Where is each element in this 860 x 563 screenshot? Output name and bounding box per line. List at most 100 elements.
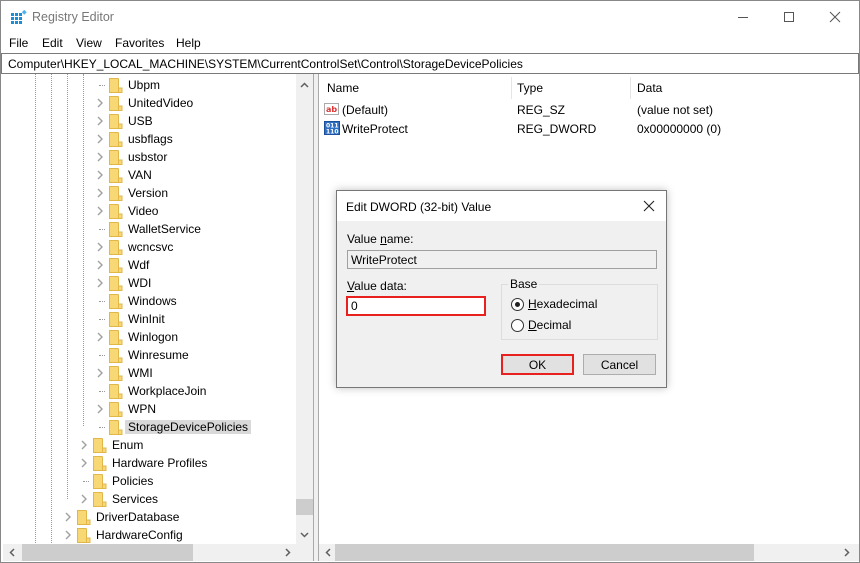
chevron-right-icon[interactable] — [95, 97, 105, 109]
menu-file[interactable]: File — [9, 36, 28, 50]
tree-item-van[interactable]: VAN — [3, 166, 297, 184]
tree-item-hardware-profiles[interactable]: Hardware Profiles — [3, 454, 297, 472]
minimize-button[interactable] — [720, 1, 766, 33]
column-header-data[interactable]: Data — [637, 81, 662, 95]
tree-item-label[interactable]: Video — [125, 204, 161, 218]
menu-favorites[interactable]: Favorites — [115, 36, 164, 50]
tree-item-label[interactable]: Ubpm — [125, 78, 163, 92]
tree-item-label[interactable]: HardwareConfig — [93, 528, 186, 542]
tree-item-wpn[interactable]: WPN — [3, 400, 297, 418]
scroll-right-icon[interactable] — [285, 548, 291, 557]
tree-item-usb[interactable]: USB — [3, 112, 297, 130]
close-button[interactable] — [812, 1, 858, 33]
tree-vertical-scroll-thumb[interactable] — [296, 499, 313, 515]
value-data-input[interactable]: 0 — [346, 296, 486, 316]
tree-item-label[interactable]: wcncsvc — [125, 240, 176, 254]
ok-button[interactable]: OK — [501, 354, 574, 375]
tree-item-wininit[interactable]: WinInit — [3, 310, 297, 328]
tree-item-label[interactable]: usbflags — [125, 132, 176, 146]
tree-item-video[interactable]: Video — [3, 202, 297, 220]
tree-item-wdi[interactable]: WDI — [3, 274, 297, 292]
scroll-left-icon[interactable] — [9, 548, 15, 557]
maximize-button[interactable] — [766, 1, 812, 33]
chevron-right-icon[interactable] — [79, 457, 89, 469]
tree-item-driverdatabase[interactable]: DriverDatabase — [3, 508, 297, 526]
chevron-right-icon[interactable] — [95, 169, 105, 181]
menu-view[interactable]: View — [76, 36, 102, 50]
cancel-button[interactable]: Cancel — [583, 354, 656, 375]
tree-item-label[interactable]: usbstor — [125, 150, 170, 164]
tree-item-wdf[interactable]: Wdf — [3, 256, 297, 274]
tree-item-label[interactable]: Services — [109, 492, 161, 506]
tree-item-windows[interactable]: Windows — [3, 292, 297, 310]
chevron-right-icon[interactable] — [95, 133, 105, 145]
tree-item-label[interactable]: Winresume — [125, 348, 192, 362]
chevron-right-icon[interactable] — [79, 439, 89, 451]
tree-item-label[interactable]: Enum — [109, 438, 146, 452]
chevron-right-icon[interactable] — [95, 367, 105, 379]
hexadecimal-radio[interactable] — [511, 298, 524, 311]
menu-edit[interactable]: Edit — [42, 36, 63, 50]
tree-item-storagedevicepolicies[interactable]: StorageDevicePolicies — [3, 418, 297, 436]
tree-item-hardwareconfig[interactable]: HardwareConfig — [3, 526, 297, 544]
scroll-left-icon[interactable] — [325, 548, 331, 557]
tree-vertical-scrollbar[interactable] — [296, 74, 313, 544]
address-path[interactable]: Computer\HKEY_LOCAL_MACHINE\SYSTEM\Curre… — [8, 57, 523, 71]
column-divider[interactable] — [630, 77, 631, 99]
tree-item-workplacejoin[interactable]: WorkplaceJoin — [3, 382, 297, 400]
tree-item-enum[interactable]: Enum — [3, 436, 297, 454]
tree-item-label[interactable]: WorkplaceJoin — [125, 384, 209, 398]
tree-item-label[interactable]: WMI — [125, 366, 156, 380]
tree-item-usbflags[interactable]: usbflags — [3, 130, 297, 148]
column-divider[interactable] — [511, 77, 512, 99]
chevron-right-icon[interactable] — [95, 403, 105, 415]
scroll-down-icon[interactable] — [300, 532, 309, 538]
tree-horizontal-scrollbar[interactable] — [3, 544, 296, 561]
tree-item-version[interactable]: Version — [3, 184, 297, 202]
chevron-right-icon[interactable] — [95, 187, 105, 199]
chevron-right-icon[interactable] — [95, 331, 105, 343]
tree-item-label[interactable]: DriverDatabase — [93, 510, 182, 524]
tree-item-walletservice[interactable]: WalletService — [3, 220, 297, 238]
registry-tree[interactable]: Ubpm UnitedVideo USB usbflags usbstor VAN Vers… — [3, 74, 313, 561]
tree-item-label[interactable]: Version — [125, 186, 171, 200]
column-header-type[interactable]: Type — [517, 81, 543, 95]
tree-item-unitedvideo[interactable]: UnitedVideo — [3, 94, 297, 112]
tree-item-label[interactable]: Hardware Profiles — [109, 456, 210, 470]
tree-item-winresume[interactable]: Winresume — [3, 346, 297, 364]
chevron-right-icon[interactable] — [79, 493, 89, 505]
tree-item-label[interactable]: StorageDevicePolicies — [125, 420, 252, 434]
list-horizontal-scroll-thumb[interactable] — [335, 544, 754, 561]
tree-item-wmi[interactable]: WMI — [3, 364, 297, 382]
chevron-right-icon[interactable] — [95, 151, 105, 163]
list-row-default[interactable]: ab (Default) REG_SZ (value not set) — [319, 100, 859, 119]
tree-item-ubpm[interactable]: Ubpm — [3, 76, 297, 94]
scroll-right-icon[interactable] — [844, 548, 850, 557]
chevron-right-icon[interactable] — [95, 241, 105, 253]
chevron-right-icon[interactable] — [95, 277, 105, 289]
tree-item-label[interactable]: Windows — [125, 294, 180, 308]
tree-item-policies[interactable]: Policies — [3, 472, 297, 490]
tree-item-winlogon[interactable]: Winlogon — [3, 328, 297, 346]
chevron-right-icon[interactable] — [95, 115, 105, 127]
tree-item-label[interactable]: VAN — [125, 168, 155, 182]
tree-horizontal-scroll-thumb[interactable] — [22, 544, 193, 561]
address-bar[interactable]: Computer\HKEY_LOCAL_MACHINE\SYSTEM\Curre… — [1, 53, 859, 74]
dialog-close-button[interactable] — [632, 191, 666, 221]
tree-item-label[interactable]: UnitedVideo — [125, 96, 196, 110]
menu-help[interactable]: Help — [176, 36, 201, 50]
tree-item-label[interactable]: WalletService — [125, 222, 204, 236]
scroll-up-icon[interactable] — [300, 82, 309, 88]
tree-item-label[interactable]: Policies — [109, 474, 156, 488]
tree-item-label[interactable]: WinInit — [125, 312, 168, 326]
list-row-writeprotect[interactable]: 011 110 WriteProtect REG_DWORD 0x0000000… — [319, 119, 859, 138]
tree-item-label[interactable]: Wdf — [125, 258, 152, 272]
tree-item-usbstor[interactable]: usbstor — [3, 148, 297, 166]
tree-item-services[interactable]: Services — [3, 490, 297, 508]
tree-item-label[interactable]: Winlogon — [125, 330, 181, 344]
column-header-name[interactable]: Name — [327, 81, 359, 95]
chevron-right-icon[interactable] — [95, 205, 105, 217]
tree-item-label[interactable]: WPN — [125, 402, 159, 416]
chevron-right-icon[interactable] — [63, 529, 73, 541]
decimal-radio[interactable] — [511, 319, 524, 332]
